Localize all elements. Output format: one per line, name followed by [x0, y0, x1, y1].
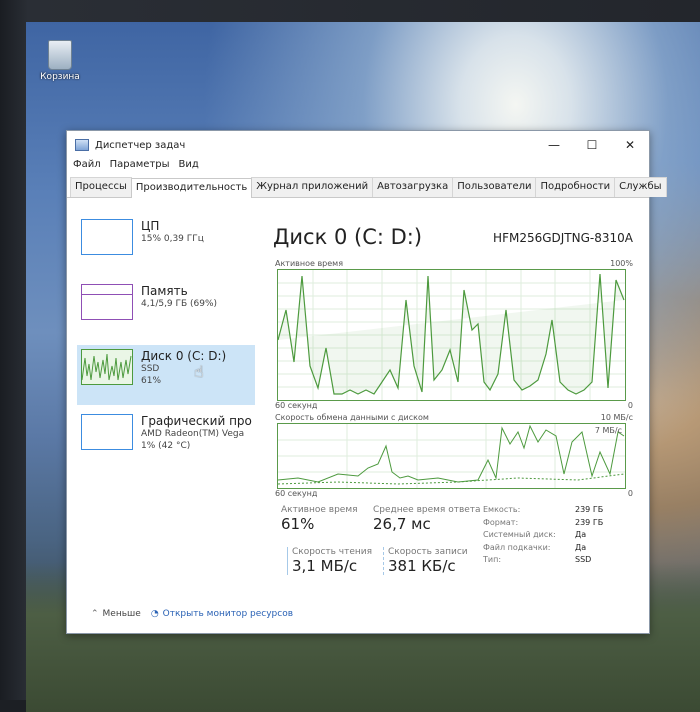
task-manager-icon [75, 139, 89, 151]
disk-title: Диск 0 (C: D:) [273, 225, 423, 249]
read-speed-stat: Скорость чтения 3,1 МБ/с [287, 547, 372, 575]
monitor-bezel: Корзина Диспетчер задач — ☐ ✕ Файл Парам… [0, 0, 700, 712]
property-formatted-key: Формат: [483, 517, 519, 527]
recycle-bin-label: Корзина [40, 72, 80, 82]
property-system-disk-value: Да [575, 530, 587, 539]
property-capacity-key: Емкость: [483, 505, 521, 514]
property-page-file-value: Да [575, 542, 587, 552]
sidebar-item-detail-2: 1% (42 °C) [141, 441, 191, 451]
transfer-rate-graph-label: Скорость обмена данными с диском [275, 413, 429, 422]
tab-users[interactable]: Пользователи [452, 177, 537, 197]
sidebar-item-name: Диск 0 (C: D:) [141, 349, 227, 363]
menu-file[interactable]: Файл [73, 159, 101, 175]
property-type-key: Тип: [483, 555, 502, 564]
sidebar-item-name: ЦП [141, 219, 160, 233]
menu-options[interactable]: Параметры [110, 159, 170, 175]
disk-properties-keys: Емкость: Формат: Системный диск: Файл по… [483, 505, 556, 568]
property-page-file-key: Файл подкачки: [483, 542, 551, 552]
active-time-stat-value: 61% [281, 515, 315, 533]
sidebar-item-name: Память [141, 284, 188, 298]
sidebar-item-detail: 4,1/5,9 ГБ (69%) [141, 299, 218, 309]
recycle-bin[interactable]: Корзина [40, 40, 80, 82]
menu-view[interactable]: Вид [179, 159, 199, 175]
cpu-thumbnail-graph [81, 219, 133, 255]
sidebar-item-name: Графический про [141, 414, 252, 428]
write-speed-stat: Скорость записи 381 КБ/с [383, 547, 468, 575]
active-time-graph-min: 0 [627, 401, 633, 410]
title-bar[interactable]: Диспетчер задач — ☐ ✕ [67, 131, 649, 159]
tab-bar: Процессы Производительность Журнал прило… [67, 177, 667, 198]
tab-details[interactable]: Подробности [535, 177, 616, 197]
disk-thumbnail-graph [81, 349, 133, 385]
active-time-stat-label: Активное время [281, 505, 358, 515]
sidebar-item-percent: 61% [141, 376, 162, 386]
tab-performance[interactable]: Производительность [130, 178, 253, 198]
tab-processes[interactable]: Процессы [70, 177, 132, 197]
disk-properties-values: 239 ГБ 239 ГБ Да Да SSD [575, 505, 603, 568]
minimize-button[interactable]: — [535, 131, 573, 159]
recycle-bin-icon [48, 40, 72, 70]
window-title: Диспетчер задач [95, 139, 186, 151]
active-time-graph-label: Активное время [275, 259, 344, 268]
tab-services[interactable]: Службы [614, 177, 667, 197]
performance-sidebar: ЦП 15% 0,39 ГГц Память 4,1/5,9 ГБ (69%) [77, 215, 255, 475]
transfer-rate-graph: 7 МБ/с [277, 423, 626, 489]
transfer-rate-graph-span: 60 секунд [275, 489, 318, 498]
response-time-stat-value: 26,7 мс [373, 515, 431, 533]
active-time-graph [277, 269, 626, 401]
disk-model: HFM256GDJTNG-8310A [493, 231, 633, 245]
maximize-button[interactable]: ☐ [573, 131, 611, 159]
sidebar-item-cpu[interactable]: ЦП 15% 0,39 ГГц [77, 215, 255, 275]
property-system-disk-key: Системный диск: [483, 530, 556, 539]
gpu-thumbnail-graph [81, 414, 133, 450]
active-time-graph-max: 100% [610, 259, 633, 268]
read-speed-stat-label: Скорость чтения [292, 547, 373, 557]
task-manager-window: Диспетчер задач — ☐ ✕ Файл Параметры Вид… [66, 130, 667, 634]
tab-app-history[interactable]: Журнал приложений [251, 177, 374, 197]
write-speed-stat-label: Скорость записи [388, 547, 468, 557]
read-speed-stat-value: 3,1 МБ/с [292, 557, 358, 575]
open-resource-monitor-link[interactable]: Открыть монитор ресурсов [163, 609, 293, 619]
transfer-rate-graph-scale: 7 МБ/с [594, 426, 622, 435]
property-type-value: SSD [575, 555, 592, 564]
transfer-rate-graph-min: 0 [627, 489, 633, 498]
window-footer: ⌃ Меньше ◔ Открыть монитор ресурсов [91, 609, 293, 619]
sidebar-item-memory[interactable]: Память 4,1/5,9 ГБ (69%) [77, 280, 255, 340]
tab-startup[interactable]: Автозагрузка [372, 177, 454, 197]
memory-thumbnail-graph [81, 284, 133, 320]
chevron-up-icon: ⌃ [91, 609, 99, 619]
close-button[interactable]: ✕ [611, 131, 649, 159]
resource-monitor-icon: ◔ [150, 609, 159, 619]
menu-bar: Файл Параметры Вид [67, 159, 649, 175]
response-time-stat-label: Среднее время ответа [373, 505, 481, 515]
response-time-stat: Среднее время ответа 26,7 мс [373, 505, 481, 533]
write-speed-stat-value: 381 КБ/с [388, 557, 456, 575]
property-capacity-value: 239 ГБ [575, 505, 604, 514]
active-time-graph-span: 60 секунд [275, 401, 318, 410]
sidebar-item-detail: SSD [141, 364, 160, 374]
transfer-rate-graph-max: 10 МБ/с [600, 413, 633, 422]
sidebar-item-detail: AMD Radeon(TM) Vega [141, 429, 245, 439]
sidebar-item-gpu[interactable]: Графический про AMD Radeon(TM) Vega 1% (… [77, 410, 255, 470]
active-time-stat: Активное время 61% [281, 505, 358, 533]
sidebar-item-detail: 15% 0,39 ГГц [141, 234, 204, 244]
property-formatted-value: 239 ГБ [575, 517, 604, 527]
fewer-details-link[interactable]: Меньше [103, 609, 141, 619]
sidebar-item-disk-0[interactable]: Диск 0 (C: D:) SSD 61% [77, 345, 255, 405]
hand-cursor-icon: ☝ [194, 362, 204, 381]
